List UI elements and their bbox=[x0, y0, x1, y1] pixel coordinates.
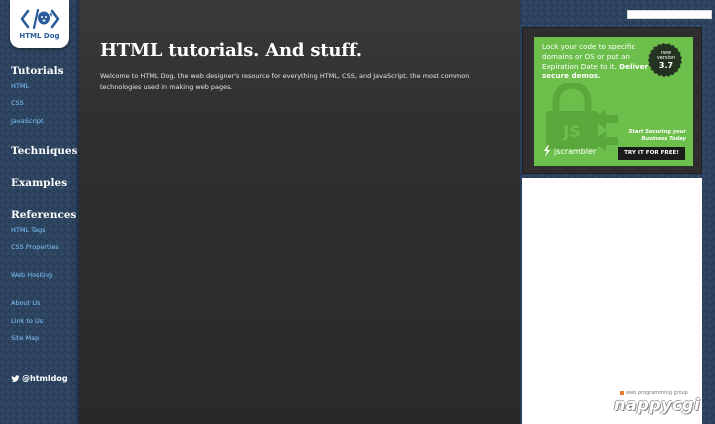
nav-link-link-to-us[interactable]: Link to Us bbox=[11, 317, 43, 325]
ad-container: Lock your code to specific domains or OS… bbox=[522, 27, 702, 174]
watermark-big: nappycgi bbox=[614, 395, 700, 414]
ad-logo-text: jscrambler bbox=[554, 146, 597, 156]
sidebar-nav: HTML Dog Tutorials HTML CSS JavaScript T… bbox=[0, 0, 79, 424]
nav-link-javascript[interactable]: JavaScript bbox=[11, 117, 44, 125]
nav-heading-techniques[interactable]: Techniques bbox=[11, 145, 78, 157]
nav-heading-tutorials[interactable]: Tutorials bbox=[11, 65, 64, 77]
nav-link-css[interactable]: CSS bbox=[11, 99, 24, 107]
ad-lock-label: JS bbox=[562, 122, 580, 141]
logo-text: HTML Dog bbox=[19, 32, 60, 40]
sidebar-ad-slot bbox=[522, 178, 702, 424]
badge-version-number: 3.7 bbox=[658, 61, 674, 70]
version-badge: new version 3.7 bbox=[648, 43, 682, 77]
nav-link-css-properties[interactable]: CSS Properties bbox=[11, 243, 59, 251]
html-dog-logo-icon bbox=[20, 8, 60, 30]
ad-headline: Lock your code to specific domains or OS… bbox=[542, 42, 652, 81]
twitter-bird-icon bbox=[11, 374, 20, 382]
nav-link-site-map[interactable]: Site Map bbox=[11, 334, 39, 342]
jscrambler-ad-banner[interactable]: Lock your code to specific domains or OS… bbox=[534, 37, 693, 166]
twitter-handle: @htmldog bbox=[22, 374, 68, 383]
try-it-free-button[interactable]: TRY IT FOR FREE! bbox=[618, 147, 685, 160]
page-title: HTML tutorials. And stuff. bbox=[100, 40, 362, 61]
main-content: HTML tutorials. And stuff. Welcome to HT… bbox=[79, 0, 520, 424]
twitter-link[interactable]: @htmldog bbox=[11, 374, 68, 383]
nav-link-about-us[interactable]: About Us bbox=[11, 299, 40, 307]
nav-link-html[interactable]: HTML bbox=[11, 82, 29, 90]
site-logo[interactable]: HTML Dog bbox=[10, 0, 69, 48]
padlock-icon: JS bbox=[546, 83, 618, 151]
intro-paragraph: Welcome to HTML Dog, the web designer's … bbox=[100, 72, 470, 91]
nav-heading-examples[interactable]: Examples bbox=[11, 177, 67, 189]
jscrambler-logo-icon bbox=[544, 145, 550, 157]
watermark: web programming group nappycgi bbox=[614, 389, 706, 419]
ad-tagline: Start Securing your Business Today bbox=[628, 129, 686, 142]
header-search-box[interactable] bbox=[627, 10, 712, 19]
nav-link-html-tags[interactable]: HTML Tags bbox=[11, 226, 46, 234]
nav-heading-references[interactable]: References bbox=[11, 209, 76, 221]
jscrambler-logo: jscrambler bbox=[542, 145, 596, 157]
nav-link-web-hosting[interactable]: Web Hosting bbox=[11, 271, 52, 279]
